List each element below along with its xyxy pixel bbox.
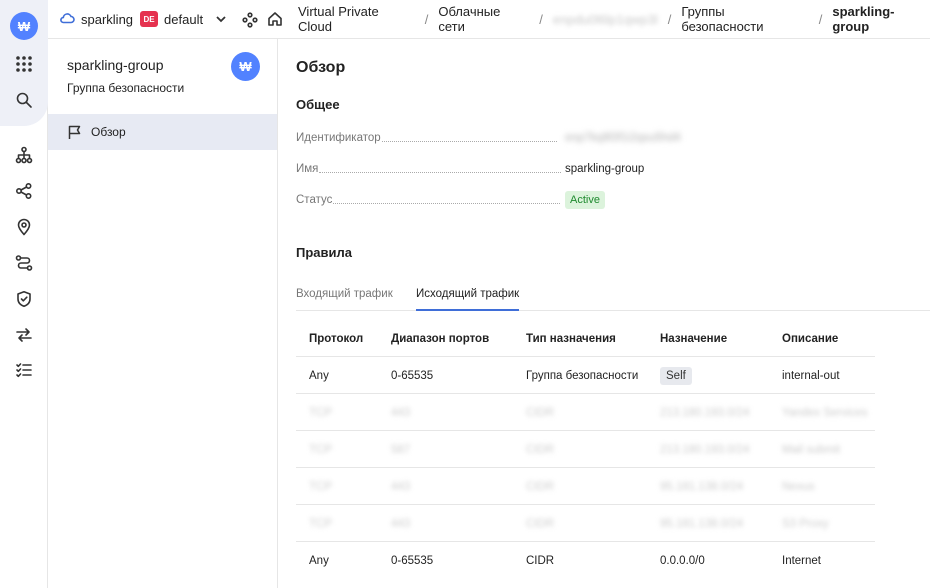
- cell-protocol: Any: [309, 554, 329, 567]
- sidebar-subtitle: Группа безопасности: [67, 81, 185, 95]
- transfer-arrows-icon[interactable]: [12, 323, 36, 347]
- breadcrumb-current: sparkling-group: [832, 4, 895, 34]
- sidebar-title: sparkling-group: [67, 57, 164, 73]
- share-nodes-icon[interactable]: [12, 179, 36, 203]
- cell-port-range: 587: [391, 443, 411, 456]
- cloud-selector[interactable]: sparkling DE default: [59, 10, 227, 29]
- breadcrumb: Virtual Private Cloud / Облачные сети / …: [298, 4, 930, 34]
- col-destination: Назначение: [660, 332, 728, 345]
- cloud-icon: [59, 10, 75, 29]
- table-row[interactable]: TCP 587 CIDR 213.180.193.0/24 Mail submi…: [296, 431, 875, 468]
- table-row[interactable]: Any 0-65535 Группа безопасности Self int…: [296, 357, 875, 394]
- cell-description: Yandex Services: [782, 406, 868, 419]
- region-badge: DE: [140, 11, 159, 27]
- cell-port-range: 443: [391, 517, 411, 530]
- resource-sidebar: sparkling-group Группа безопасности ₩ Об…: [48, 39, 278, 588]
- col-destination-type: Тип назначения: [526, 332, 616, 345]
- network-topology-icon[interactable]: [12, 143, 36, 167]
- apps-grid-icon[interactable]: [12, 52, 36, 76]
- cell-destination: 0.0.0.0/0: [660, 554, 705, 567]
- logo-icon[interactable]: ₩: [10, 12, 38, 40]
- cell-destination: 95.181.138.0/24: [660, 480, 744, 493]
- cell-description: internal-out: [782, 369, 840, 382]
- table-row[interactable]: TCP 443 CIDR 95.181.138.0/24 Nexus: [296, 468, 875, 505]
- services-nodes-icon[interactable]: [242, 12, 258, 31]
- cell-protocol: TCP: [309, 517, 332, 530]
- route-icon[interactable]: [12, 251, 36, 275]
- table-row[interactable]: TCP 443 CIDR 213.180.193.0/24 Yandex Ser…: [296, 394, 875, 431]
- sidebar-item-overview[interactable]: Обзор: [48, 114, 277, 150]
- cell-destination-type: CIDR: [526, 443, 555, 456]
- tab-ingress[interactable]: Входящий трафик: [296, 288, 393, 309]
- cell-destination-type: CIDR: [526, 554, 555, 567]
- cell-description: Internet: [782, 554, 821, 567]
- cell-protocol: TCP: [309, 480, 332, 493]
- col-port-range: Диапазон портов: [391, 332, 490, 345]
- id-value[interactable]: enp7kq9l3f1i2qsu5hd4: [565, 132, 681, 144]
- breadcrumb-network-id[interactable]: enpdu0l6lp1qwp3l: [553, 12, 658, 27]
- main-content: Обзор Общее Идентификатор enp7kq9l3f1i2q…: [278, 39, 930, 588]
- flag-icon: [68, 125, 81, 139]
- cell-destination: 95.181.138.0/24: [660, 517, 744, 530]
- table-header: Протокол Диапазон портов Тип назначения …: [296, 320, 875, 357]
- cell-protocol: TCP: [309, 443, 332, 456]
- home-icon[interactable]: [267, 11, 283, 30]
- breadcrumb-vpc[interactable]: Virtual Private Cloud: [298, 4, 415, 34]
- name-value: sparkling-group: [565, 163, 645, 175]
- cloud-name: sparkling: [81, 11, 134, 27]
- cell-port-range: 443: [391, 406, 411, 419]
- top-bar: sparkling DE default Virtual Private Clo…: [48, 0, 930, 39]
- cell-port-range: 0-65535: [391, 369, 434, 382]
- rules-heading: Правила: [296, 245, 352, 260]
- col-description: Описание: [782, 332, 839, 345]
- cell-destination-type: CIDR: [526, 406, 555, 419]
- cell-description: Nexus: [782, 480, 815, 493]
- breadcrumb-cloud-networks[interactable]: Облачные сети: [438, 4, 529, 34]
- cell-protocol: TCP: [309, 406, 332, 419]
- table-row[interactable]: TCP 443 CIDR 95.181.138.0/24 S3 Proxy: [296, 505, 875, 542]
- cell-destination-type: Группа безопасности: [526, 369, 639, 382]
- id-row: Идентификатор enp7kq9l3f1i2qsu5hd4: [296, 128, 681, 148]
- service-avatar: ₩: [231, 52, 260, 81]
- search-icon[interactable]: [12, 88, 36, 112]
- status-badge: Active: [565, 191, 605, 209]
- shield-icon[interactable]: [12, 287, 36, 311]
- left-rail: ₩: [0, 0, 48, 588]
- traffic-tabs: Входящий трафик Исходящий трафик: [296, 283, 930, 311]
- location-pin-icon[interactable]: [12, 215, 36, 239]
- status-label: Статус: [296, 194, 333, 206]
- tab-egress[interactable]: Исходящий трафик: [416, 288, 520, 311]
- name-label: Имя: [296, 163, 319, 175]
- breadcrumb-security-groups[interactable]: Группы безопасности: [681, 4, 808, 34]
- cell-destination: Self: [660, 357, 692, 394]
- chevron-down-icon[interactable]: [215, 13, 227, 25]
- self-badge: Self: [660, 366, 692, 385]
- cell-destination: 213.180.193.0/24: [660, 406, 750, 419]
- cell-destination-type: CIDR: [526, 517, 555, 530]
- cell-description: Mail submit: [782, 443, 841, 456]
- col-protocol: Протокол: [309, 332, 364, 345]
- cell-destination: 213.180.193.0/24: [660, 443, 750, 456]
- page-title: Обзор: [296, 59, 346, 76]
- folder-name: default: [164, 11, 204, 27]
- id-label: Идентификатор: [296, 132, 381, 144]
- cell-port-range: 0-65535: [391, 554, 434, 567]
- cell-port-range: 443: [391, 480, 411, 493]
- rules-table: Протокол Диапазон портов Тип назначения …: [296, 320, 875, 579]
- general-heading: Общее: [296, 97, 340, 112]
- sidebar-item-label: Обзор: [91, 125, 126, 139]
- cell-destination-type: CIDR: [526, 480, 555, 493]
- status-row: Статус Active: [296, 190, 646, 210]
- cell-protocol: Any: [309, 369, 329, 382]
- cell-description: S3 Proxy: [782, 517, 829, 530]
- table-row[interactable]: Any 0-65535 CIDR 0.0.0.0/0 Internet: [296, 542, 875, 579]
- checklist-icon[interactable]: [12, 358, 36, 382]
- name-row: Имя sparkling-group: [296, 159, 646, 179]
